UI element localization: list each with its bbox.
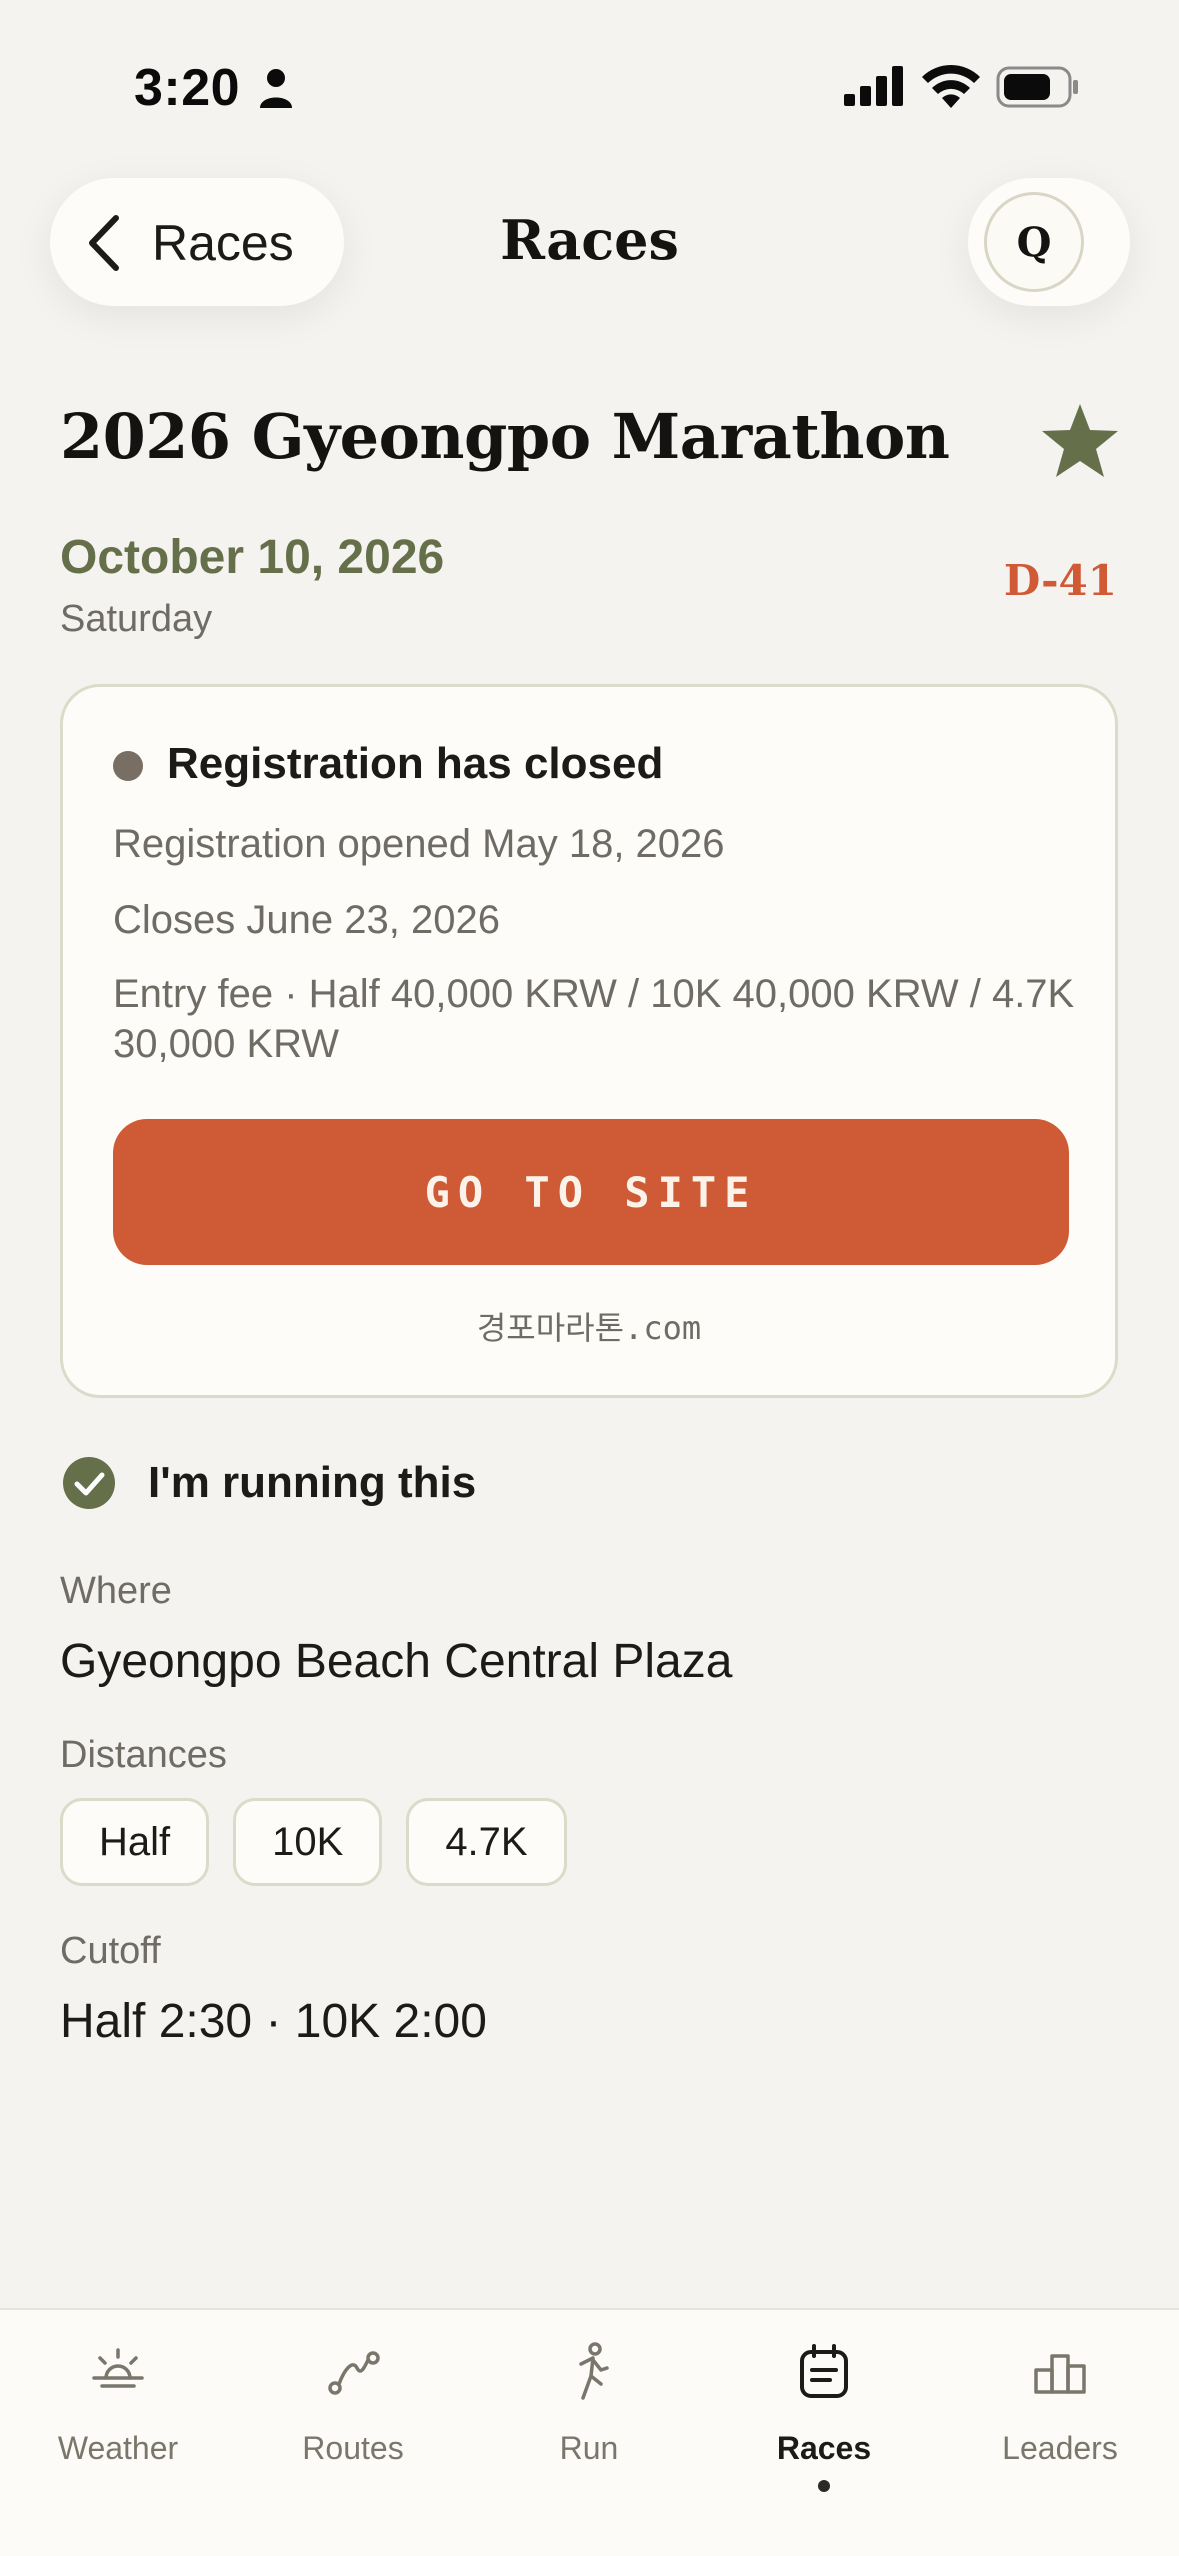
- distances-label: Distances: [60, 1734, 227, 1776]
- status-dot-icon: [113, 751, 143, 781]
- tab-races[interactable]: Races: [724, 2340, 924, 2492]
- race-detail-screen: 3:20 Races Races Q 2026 Gyeongpo Maratho…: [0, 0, 1179, 2556]
- registration-card: Registration has closed Registration ope…: [60, 684, 1118, 1398]
- countdown-badge: D-41: [1003, 556, 1117, 605]
- runner-icon: [579, 2342, 609, 2400]
- check-circle-icon[interactable]: [62, 1456, 116, 1510]
- tab-leaders[interactable]: Leaders: [960, 2340, 1160, 2467]
- avatar: Q: [984, 192, 1084, 292]
- profile-button[interactable]: Q: [968, 178, 1130, 306]
- site-url[interactable]: 경포마라톤.com: [63, 1303, 1115, 1349]
- tab-label: Leaders: [1002, 2430, 1118, 2466]
- cutoff-label: Cutoff: [60, 1930, 161, 1972]
- active-tab-indicator: [818, 2480, 830, 2492]
- tab-routes[interactable]: Routes: [253, 2340, 453, 2467]
- registration-opened: Registration opened May 18, 2026: [113, 822, 725, 866]
- cutoff-value: Half 2:30 · 10K 2:00: [60, 1995, 487, 2048]
- cellular-signal-icon: [844, 66, 903, 106]
- star-icon[interactable]: [1040, 402, 1120, 480]
- podium-icon: [1034, 2354, 1086, 2394]
- go-to-site-button[interactable]: GO TO SITE: [113, 1119, 1069, 1265]
- registration-closes: Closes June 23, 2026: [113, 898, 500, 942]
- calendar-icon: [800, 2344, 848, 2398]
- tab-label: Run: [559, 2430, 619, 2466]
- sun-horizon-icon: [92, 2348, 144, 2388]
- race-weekday: Saturday: [60, 598, 213, 640]
- tab-label: Routes: [302, 2430, 404, 2466]
- where-label: Where: [60, 1570, 172, 1612]
- status-bar: 3:20: [0, 0, 1179, 160]
- status-time: 3:20: [134, 59, 241, 117]
- race-title: 2026 Gyeongpo Marathon: [60, 400, 950, 473]
- distance-chip-4-7k[interactable]: 4.7K: [406, 1798, 567, 1886]
- tab-label: Races: [776, 2430, 872, 2466]
- running-this-toggle[interactable]: I'm running this: [148, 1458, 476, 1508]
- tab-weather[interactable]: Weather: [18, 2340, 218, 2467]
- wifi-icon: [922, 64, 980, 108]
- race-date: October 10, 2026: [60, 531, 445, 584]
- tab-bar: Weather Routes Run Races Leaders: [0, 2308, 1179, 2556]
- person-icon: [260, 69, 292, 108]
- distance-chips: Half 10K 4.7K: [60, 1798, 567, 1886]
- distance-chip-half[interactable]: Half: [60, 1798, 210, 1886]
- battery-icon: [996, 66, 1078, 108]
- route-icon: [328, 2351, 380, 2395]
- tab-run[interactable]: Run: [489, 2340, 689, 2467]
- entry-fee: Entry fee · Half 40,000 KRW / 10K 40,000…: [113, 972, 1075, 1066]
- distance-chip-10k[interactable]: 10K: [233, 1798, 383, 1886]
- tab-label: Weather: [57, 2430, 179, 2466]
- registration-status: Registration has closed: [167, 739, 664, 788]
- where-value: Gyeongpo Beach Central Plaza: [60, 1635, 733, 1688]
